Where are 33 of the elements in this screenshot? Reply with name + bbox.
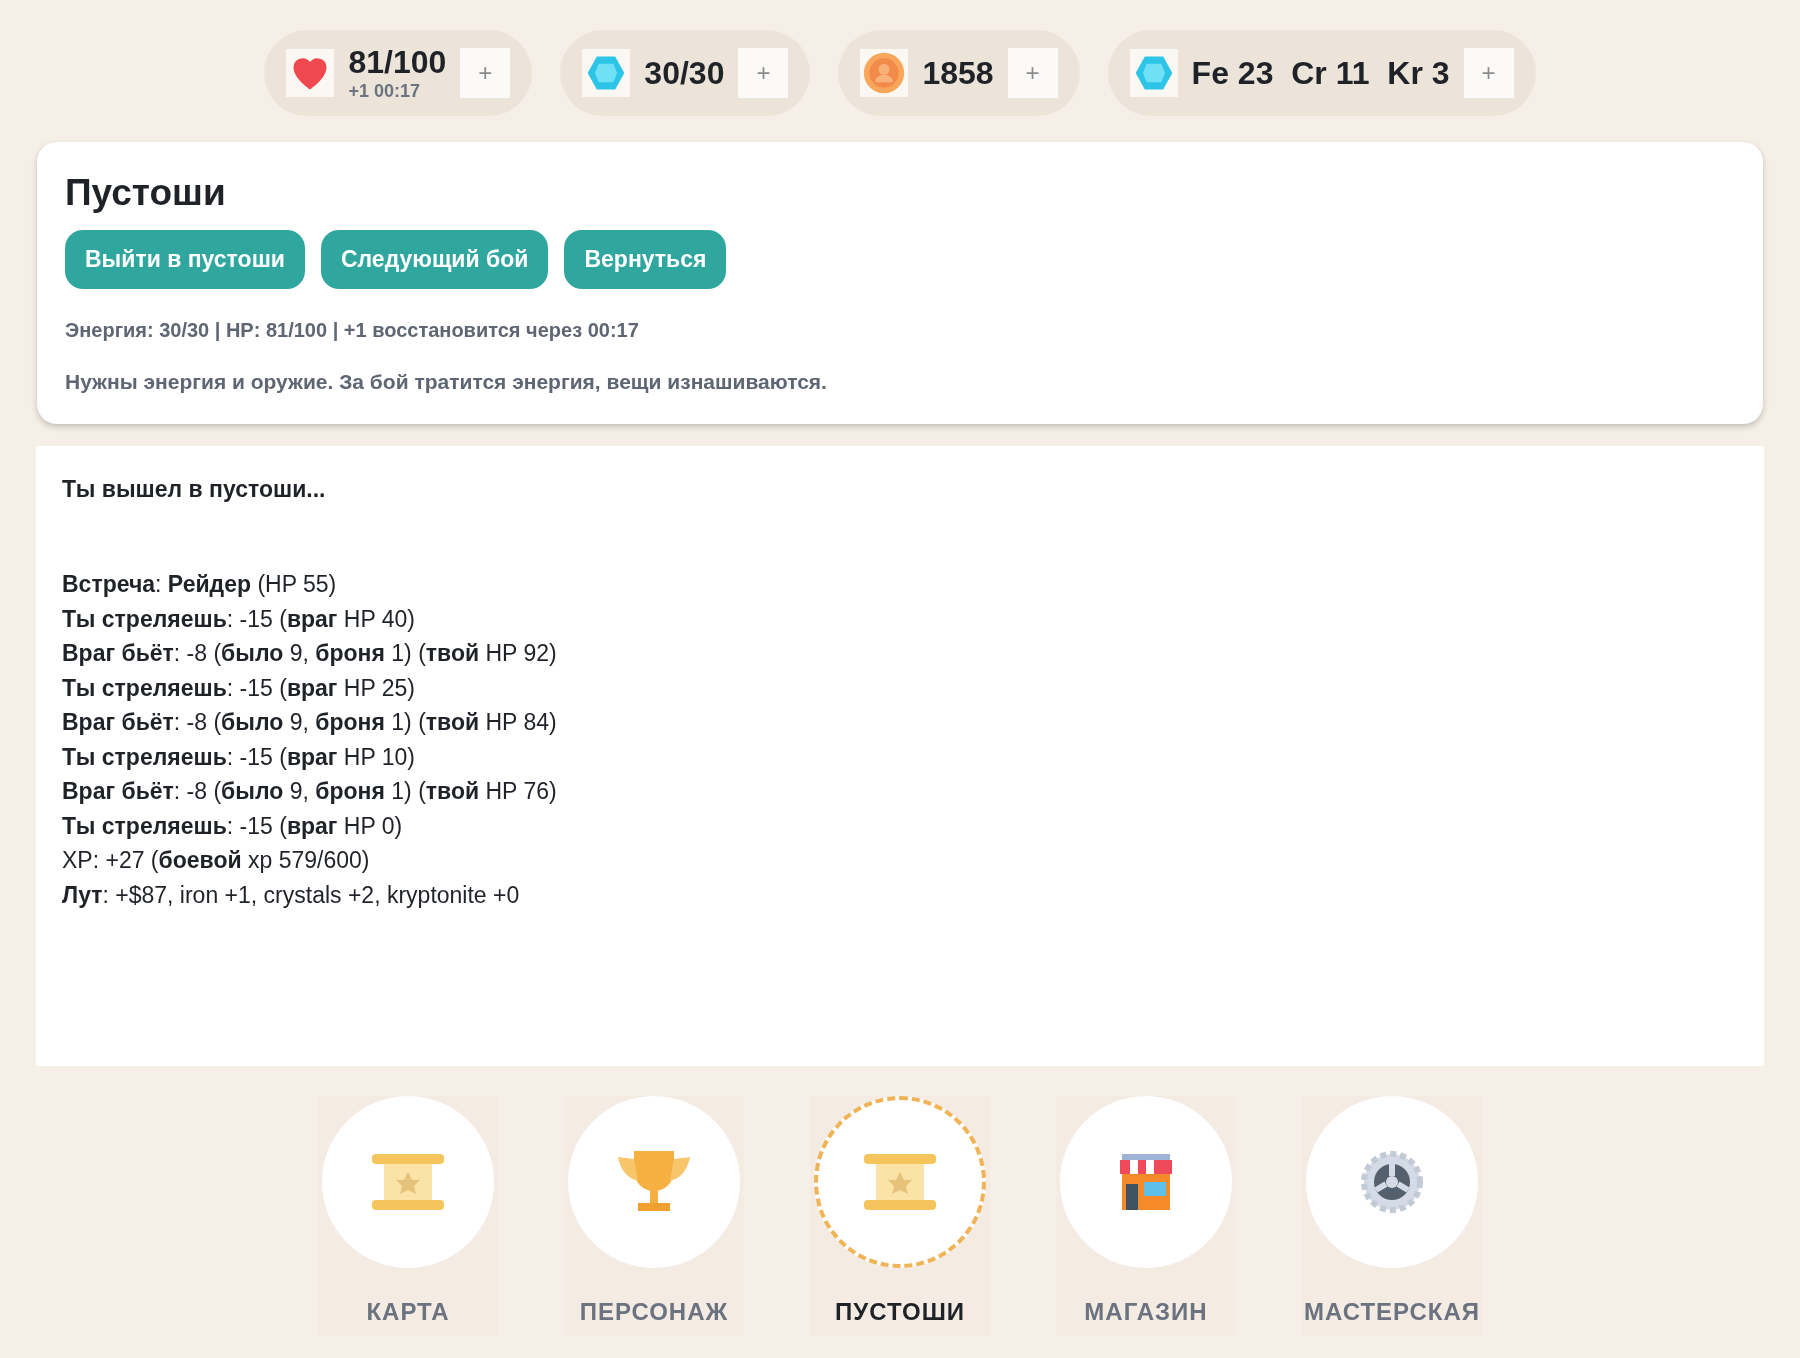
log-intro: Ты вышел в пустоши... bbox=[62, 476, 327, 503]
log-line: Враг бьёт: -8 (было 9, броня 1) (твой HP 76) bbox=[62, 777, 558, 806]
resource-value: 81/100 bbox=[348, 44, 447, 81]
nav-tab[interactable]: МАГАЗИН bbox=[1056, 1096, 1236, 1336]
log-line: Встреча: Рейдер (HP 55) bbox=[62, 570, 338, 599]
add-button[interactable]: + bbox=[1463, 48, 1514, 98]
log-line: Враг бьёт: -8 (было 9, броня 1) (твой HP 84) bbox=[62, 708, 558, 737]
nav-tab[interactable]: МАСТЕРСКАЯ bbox=[1302, 1096, 1482, 1336]
nav-tab[interactable]: КАРТА bbox=[318, 1096, 498, 1336]
log-line: Ты стреляешь: -15 (враг HP 10) bbox=[62, 742, 416, 772]
status-text: Энергия: 30/30 | HP: 81/100 | +1 восстановится через 00:17 bbox=[65, 319, 640, 342]
nav-tab[interactable]: ПЕРСОНАЖ bbox=[564, 1096, 744, 1336]
action-button[interactable]: Вернуться bbox=[564, 230, 727, 289]
log-line: Лут: +$87, iron +1, crystals +2, kryptonite +0 bbox=[62, 880, 521, 910]
resource-value: 30/30 bbox=[644, 54, 725, 92]
coin-icon bbox=[862, 51, 907, 95]
add-button[interactable]: + bbox=[738, 48, 789, 98]
action-button[interactable]: Выйти в пустоши bbox=[65, 230, 305, 289]
add-button[interactable]: + bbox=[460, 48, 511, 98]
log-line: Ты стреляешь: -15 (враг HP 25) bbox=[62, 673, 416, 703]
resource-value: Fe 23 Cr 11 Kr 3 bbox=[1191, 54, 1450, 92]
gear-icon bbox=[1360, 1150, 1424, 1214]
log-line: Ты стреляешь: -15 (враг HP 40) bbox=[62, 604, 416, 634]
card-title: Пустоши bbox=[65, 172, 227, 214]
regen-timer: +1 00:17 bbox=[348, 81, 422, 102]
log-line: XP: +27 (боевой xp 579/600) bbox=[62, 846, 371, 875]
action-button[interactable]: Следующий бой bbox=[320, 230, 549, 289]
add-button[interactable]: + bbox=[1007, 48, 1058, 98]
resource-value: 1858 bbox=[922, 54, 994, 92]
hint-text: Нужны энергия и оружие. За бой тратится энергия, вещи изнашиваются. bbox=[65, 370, 828, 394]
log-line: Ты стреляешь: -15 (враг HP 0) bbox=[62, 811, 404, 841]
nav-tab[interactable]: ПУСТОШИ bbox=[810, 1096, 990, 1336]
log-line: Враг бьёт: -8 (было 9, броня 1) (твой HP 92) bbox=[62, 639, 558, 668]
